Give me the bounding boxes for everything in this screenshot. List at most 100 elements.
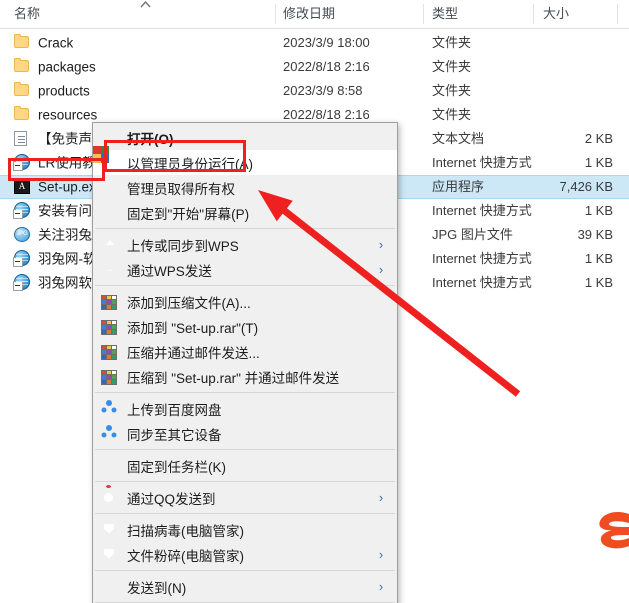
baidu-netdisk-icon: [101, 425, 119, 443]
menu-item[interactable]: 通过WPS发送 ›: [93, 257, 397, 282]
menu-item-label: 文件粉碎(电脑管家): [127, 548, 244, 564]
column-divider[interactable]: [423, 4, 424, 24]
menu-item-label: 管理员取得所有权: [127, 181, 235, 197]
baidu-netdisk-icon: [101, 400, 119, 418]
winrar-icon: [101, 318, 119, 336]
chevron-right-icon: ›: [378, 579, 384, 594]
menu-item-label: 以管理员身份运行(A): [127, 156, 253, 172]
folder-icon: [14, 34, 30, 50]
file-name-label: packages: [38, 59, 96, 75]
menu-separator: [95, 392, 395, 393]
menu-separator: [95, 570, 395, 571]
menu-separator: [95, 481, 395, 482]
menu-icon-placeholder: [101, 578, 119, 596]
menu-item-label: 同步至其它设备: [127, 427, 222, 443]
column-header-type-label: 类型: [432, 6, 459, 21]
column-header-size-label: 大小: [543, 6, 570, 21]
file-name-label: products: [38, 83, 90, 99]
menu-item[interactable]: 打开(O): [93, 125, 397, 150]
chevron-right-icon: ›: [378, 547, 384, 562]
menu-separator: [95, 285, 395, 286]
internet-shortcut-icon: [13, 274, 30, 292]
file-name-cell[interactable]: A Set-up.exe: [14, 175, 103, 199]
file-date-cell: 2023/3/9 8:58: [283, 83, 363, 98]
menu-item-label: 通过QQ发送到: [127, 491, 216, 507]
menu-item-label: 添加到 "Set-up.rar"(T): [127, 320, 259, 336]
menu-item[interactable]: 添加到 "Set-up.rar"(T): [93, 314, 397, 339]
file-name-cell[interactable]: resources: [14, 103, 97, 127]
column-divider[interactable]: [533, 4, 534, 24]
menu-item[interactable]: 压缩并通过邮件发送...: [93, 339, 397, 364]
file-name-label: resources: [38, 107, 98, 123]
menu-separator: [95, 228, 395, 229]
column-header-name[interactable]: 名称: [4, 0, 40, 28]
chevron-right-icon: ›: [378, 490, 384, 505]
wps-cloud-icon: [101, 236, 119, 254]
file-name-cell[interactable]: Crack: [14, 31, 73, 55]
chevron-right-icon: ›: [378, 237, 384, 252]
file-date-cell: 2022/8/18 2:16: [283, 59, 370, 74]
folder-icon: [14, 82, 30, 98]
file-name-label: Crack: [38, 35, 74, 51]
internet-shortcut-icon: [13, 202, 30, 220]
file-type-cell: Internet 快捷方式: [432, 155, 532, 170]
column-header-type[interactable]: 类型: [422, 0, 458, 28]
menu-item-label: 上传或同步到WPS: [127, 238, 239, 254]
menu-item-label: 固定到任务栏(K): [127, 459, 226, 475]
file-name-cell[interactable]: products: [14, 79, 90, 103]
jpg-image-icon: JPG: [14, 226, 30, 243]
menu-separator: [95, 449, 395, 450]
file-size-cell: 1 KB: [584, 203, 613, 218]
file-row[interactable]: packages 2022/8/18 2:16 文件夹: [0, 55, 629, 79]
menu-item[interactable]: 固定到任务栏(K): [93, 453, 397, 478]
menu-item[interactable]: 添加到压缩文件(A)...: [93, 289, 397, 314]
folder-icon: [14, 106, 30, 122]
menu-icon-placeholder: [101, 129, 119, 147]
pc-manager-icon: [101, 546, 119, 564]
menu-item[interactable]: 同步至其它设备: [93, 421, 397, 446]
internet-shortcut-icon: [13, 154, 30, 172]
shield-icon: [93, 145, 119, 172]
column-divider[interactable]: [617, 4, 618, 24]
file-type-cell: Internet 快捷方式: [432, 203, 532, 218]
menu-item-label: 压缩并通过邮件发送...: [127, 345, 260, 361]
file-size-cell: [533, 55, 613, 79]
wps-send-icon: [101, 261, 119, 279]
menu-icon-placeholder: [101, 204, 119, 222]
menu-item-label: 打开(O): [127, 131, 174, 147]
folder-icon: [14, 58, 30, 74]
menu-item[interactable]: 上传到百度网盘: [93, 396, 397, 421]
winrar-icon: [101, 293, 119, 311]
column-header-size[interactable]: 大小: [533, 0, 569, 28]
file-size-cell: 7,426 KB: [559, 179, 614, 194]
context-menu[interactable]: 打开(O) 以管理员身份运行(A) 管理员取得所有权固定到"开始"屏幕(P) 上传或同…: [92, 122, 398, 603]
menu-item-label: 发送到(N): [127, 580, 187, 596]
column-header-bar: 名称 修改日期 类型 大小: [0, 0, 629, 29]
menu-item[interactable]: 以管理员身份运行(A): [93, 145, 397, 175]
file-size-cell: [533, 31, 613, 55]
pc-manager-icon: [101, 521, 119, 539]
menu-item[interactable]: 固定到"开始"屏幕(P): [93, 200, 397, 225]
menu-item[interactable]: 扫描病毒(电脑管家): [93, 517, 397, 542]
menu-item-label: 通过WPS发送: [127, 263, 212, 279]
menu-item-label: 扫描病毒(电脑管家): [127, 523, 244, 539]
file-type-cell: 应用程序: [432, 179, 485, 194]
file-name-cell[interactable]: packages: [14, 55, 96, 79]
file-row[interactable]: products 2023/3/9 8:58 文件夹: [0, 79, 629, 103]
menu-item[interactable]: 上传或同步到WPS ›: [93, 232, 397, 257]
file-type-cell: 文件夹: [432, 59, 472, 74]
menu-item[interactable]: 文件粉碎(电脑管家) ›: [93, 542, 397, 567]
file-row[interactable]: Crack 2023/3/9 18:00 文件夹: [0, 31, 629, 55]
chevron-right-icon: ›: [378, 262, 384, 277]
menu-item[interactable]: 通过QQ发送到 ›: [93, 485, 397, 510]
file-size-cell: [533, 79, 613, 103]
shortcut-arrow-badge-icon: [13, 209, 23, 220]
menu-item[interactable]: 压缩到 "Set-up.rar" 并通过邮件发送: [93, 364, 397, 389]
column-header-date[interactable]: 修改日期: [273, 0, 335, 28]
menu-item[interactable]: 管理员取得所有权: [93, 175, 397, 200]
file-type-cell: Internet 快捷方式: [432, 275, 532, 290]
menu-item[interactable]: 发送到(N) ›: [93, 574, 397, 599]
column-divider[interactable]: [275, 4, 276, 24]
file-size-cell: 2 KB: [584, 131, 613, 146]
text-document-icon: [14, 130, 30, 147]
